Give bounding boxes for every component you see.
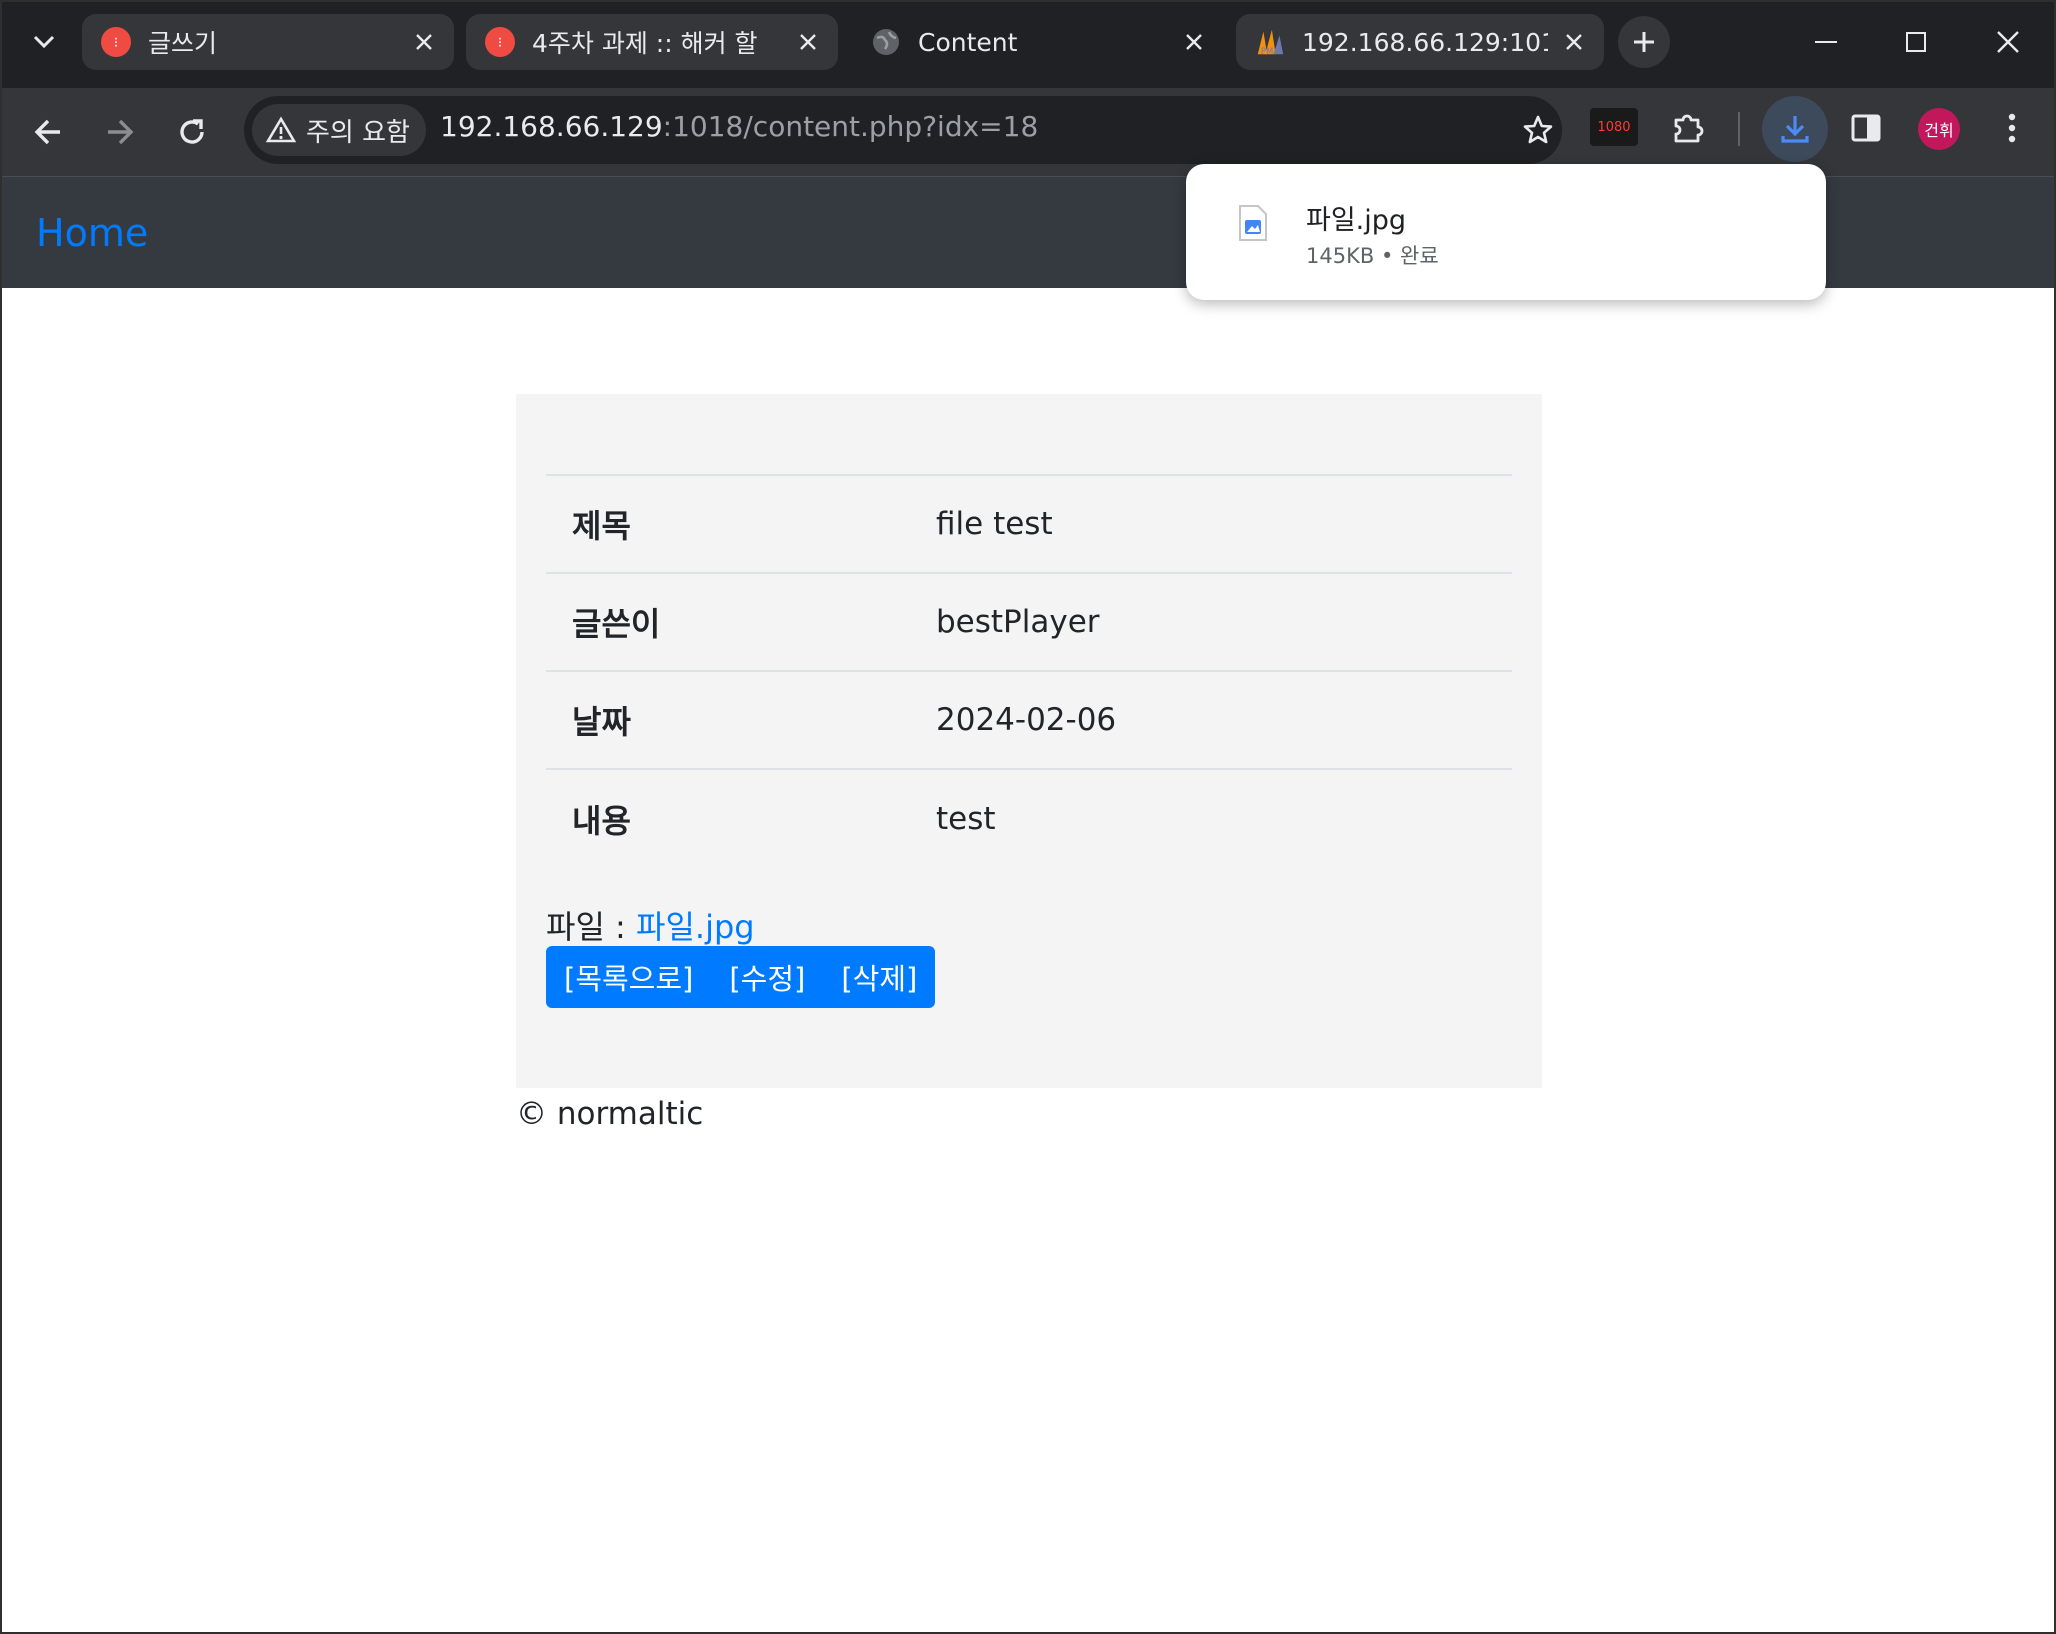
downloads-bubble: 파일.jpg 145KB • 완료	[1186, 164, 1826, 300]
svg-text:⁝: ⁝	[114, 35, 118, 51]
reload-button[interactable]	[164, 104, 220, 160]
star-icon	[1523, 115, 1553, 144]
url-text[interactable]: 192.168.66.129:1018/content.php?idx=18	[440, 110, 1038, 143]
close-icon	[1997, 31, 2019, 53]
security-chip[interactable]: 주의 요함	[252, 104, 426, 156]
forward-button[interactable]	[92, 104, 148, 160]
row-label: 내용	[572, 801, 631, 840]
downloads-button[interactable]	[1762, 96, 1828, 162]
close-tab-icon[interactable]	[408, 26, 440, 58]
reload-icon	[180, 119, 204, 144]
back-button[interactable]	[20, 104, 76, 160]
chevron-down-icon	[33, 35, 55, 49]
edit-button[interactable]: [수정]	[729, 956, 805, 998]
close-tab-icon[interactable]	[1178, 26, 1210, 58]
plus-icon	[1634, 32, 1654, 52]
tab-title: Content	[918, 27, 1018, 57]
row-label: 글쓴이	[572, 605, 661, 643]
attachment-link[interactable]: 파일.jpg	[636, 908, 755, 946]
tab-homework[interactable]: ⁝ 4주차 과제 :: 해커 할	[466, 14, 838, 70]
menu-button[interactable]	[1984, 100, 2040, 156]
minimize-button[interactable]	[1790, 14, 1862, 70]
phpmyadmin-icon: PMA	[1254, 26, 1286, 58]
attachment-line: 파일 : 파일.jpg	[546, 902, 755, 948]
new-tab-button[interactable]	[1618, 16, 1670, 68]
red-app-icon: ⁝	[484, 26, 516, 58]
arrow-right-icon	[108, 119, 134, 145]
maximize-icon	[1906, 32, 1926, 52]
tab-title: 글쓰기	[148, 29, 218, 58]
close-tab-icon[interactable]	[1558, 26, 1590, 58]
post-info-table: 제목 file test 글쓴이 bestPlayer 날짜 2024-02-0…	[546, 474, 1512, 867]
home-link[interactable]: Home	[36, 211, 148, 255]
post-content-value: test	[936, 800, 996, 837]
download-size: 145KB	[1306, 244, 1375, 268]
puzzle-icon	[1674, 114, 1704, 143]
close-tab-icon[interactable]	[792, 26, 824, 58]
table-row: 날짜 2024-02-06	[546, 671, 1512, 769]
table-row: 글쓴이 bestPlayer	[546, 573, 1512, 671]
download-meta: 145KB • 완료	[1306, 240, 1439, 270]
post-date-value: 2024-02-06	[936, 702, 1117, 738]
profile-avatar[interactable]: 건휘	[1918, 108, 1960, 150]
red-app-icon: ⁝	[100, 26, 132, 58]
image-file-icon[interactable]	[1238, 204, 1268, 242]
download-separator: •	[1380, 244, 1394, 268]
globe-icon	[870, 26, 902, 58]
tab-title: 192.168.66.129:1018 /	[1302, 27, 1548, 57]
more-vert-icon	[2008, 113, 2016, 143]
side-panel-button[interactable]	[1838, 100, 1894, 156]
maximize-button[interactable]	[1880, 14, 1952, 70]
attachment-label: 파일 :	[546, 908, 637, 946]
back-to-list-button[interactable]: [목록으로]	[564, 956, 693, 998]
toolbar-separator	[1738, 112, 1740, 146]
svg-text:⁝: ⁝	[498, 35, 502, 51]
tab-strip: ⁝ 글쓰기 ⁝ 4주차 과제 :: 해커 할 Content PMA 192.1…	[0, 0, 2056, 88]
tab-title: 4주차 과제 :: 해커 할	[532, 29, 758, 58]
post-author-value: bestPlayer	[936, 604, 1100, 640]
delete-button[interactable]: [삭제]	[841, 956, 917, 998]
extensions-button[interactable]	[1660, 100, 1716, 156]
tab-phpmyadmin[interactable]: PMA 192.168.66.129:1018 /	[1236, 14, 1604, 70]
url-path: :1018/content.php?idx=18	[662, 110, 1039, 143]
minimize-icon	[1815, 41, 1837, 43]
download-status: 완료	[1400, 244, 1439, 268]
tab-search-button[interactable]	[18, 14, 70, 70]
table-row: 내용 test	[546, 769, 1512, 867]
security-chip-label: 주의 요함	[306, 117, 410, 148]
action-button-bar: [목록으로] [수정] [삭제]	[546, 946, 936, 1008]
bookmark-button[interactable]	[1512, 104, 1564, 156]
download-file-name[interactable]: 파일.jpg	[1306, 198, 1406, 237]
arrow-left-icon	[34, 119, 60, 145]
warning-icon	[266, 116, 296, 143]
row-label: 제목	[572, 507, 631, 545]
site-footer: © normaltic	[516, 1096, 704, 1132]
post-card: 제목 file test 글쓴이 bestPlayer 날짜 2024-02-0…	[516, 394, 1542, 1088]
svg-text:PMA: PMA	[1261, 46, 1279, 56]
side-panel-icon	[1851, 114, 1881, 142]
post-title-value: file test	[936, 506, 1053, 542]
address-bar[interactable]: 주의 요함 192.168.66.129:1018/content.php?id…	[244, 96, 1562, 164]
table-row: 제목 file test	[546, 475, 1512, 573]
extension-1080-icon[interactable]: 1080	[1590, 108, 1638, 146]
close-window-button[interactable]	[1972, 14, 2044, 70]
url-host: 192.168.66.129	[440, 110, 663, 143]
tab-write[interactable]: ⁝ 글쓰기	[82, 14, 454, 70]
tab-content[interactable]: Content	[852, 14, 1224, 70]
download-icon	[1781, 116, 1809, 143]
row-label: 날짜	[572, 703, 631, 741]
